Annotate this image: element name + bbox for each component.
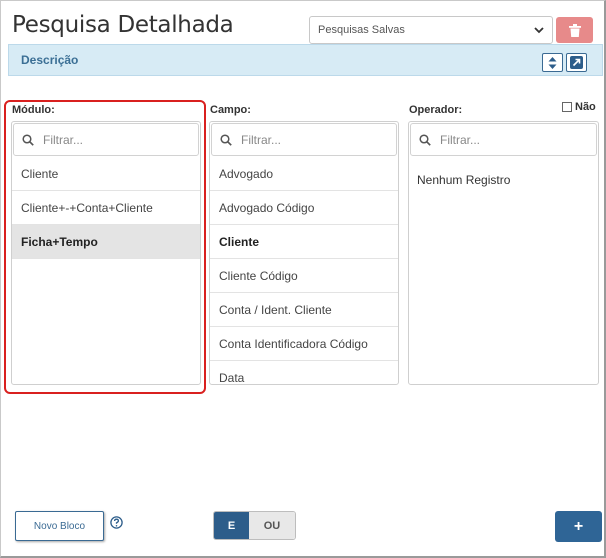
chevron-down-icon: [534, 27, 544, 34]
campo-item-advogado-codigo[interactable]: Advogado Código: [210, 191, 398, 225]
nao-checkbox-box[interactable]: [562, 102, 572, 112]
empty-state-text: Nenhum Registro: [417, 173, 511, 187]
trash-icon: [568, 23, 581, 37]
logic-toggle: E OU: [213, 511, 296, 540]
campo-list: Filtrar... Advogado Advogado Código Clie…: [209, 121, 399, 385]
saved-searches-value: Pesquisas Salvas: [318, 24, 405, 36]
new-block-button[interactable]: Novo Bloco: [15, 511, 104, 541]
campo-item-conta-codigo[interactable]: Conta Identificadora Código: [210, 327, 398, 361]
description-bar[interactable]: Descrição: [8, 44, 603, 76]
add-button[interactable]: +: [555, 511, 602, 542]
list-item-label: Conta Identificadora Código: [219, 336, 368, 351]
campo-label: Campo:: [210, 104, 251, 116]
list-item-label: Cliente Código: [219, 268, 298, 283]
search-icon: [220, 133, 232, 146]
operador-filter-placeholder: Filtrar...: [440, 132, 481, 147]
logic-and-button[interactable]: E: [214, 512, 249, 539]
search-icon: [419, 133, 431, 146]
list-item-label: Data: [219, 370, 245, 385]
logic-or-button[interactable]: OU: [249, 512, 295, 539]
list-item-label: Cliente: [219, 234, 260, 249]
sort-icon: [548, 56, 557, 69]
campo-filter-placeholder: Filtrar...: [241, 132, 282, 147]
list-item-label: Advogado Código: [219, 200, 315, 215]
nao-checkbox[interactable]: Não: [562, 101, 596, 113]
campo-item-data[interactable]: Data: [210, 361, 398, 385]
list-item-label: Conta / Ident. Cliente: [219, 302, 332, 317]
campo-item-cliente[interactable]: Cliente: [210, 225, 398, 259]
external-link-icon: [570, 56, 583, 69]
description-label: Descrição: [21, 53, 79, 67]
highlight-outline: [4, 100, 206, 394]
expand-button[interactable]: [566, 53, 587, 72]
nao-checkbox-label: Não: [575, 101, 596, 113]
sort-button[interactable]: [542, 53, 563, 72]
operador-filter-input[interactable]: Filtrar...: [410, 123, 597, 156]
campo-item-advogado[interactable]: Advogado: [210, 157, 398, 191]
campo-item-cliente-codigo[interactable]: Cliente Código: [210, 259, 398, 293]
delete-saved-search-button[interactable]: [556, 17, 593, 43]
saved-searches-select[interactable]: Pesquisas Salvas: [309, 16, 553, 44]
list-item-label: Advogado: [219, 166, 274, 181]
operador-list: Filtrar... Nenhum Registro: [408, 121, 599, 385]
campo-item-conta-ident[interactable]: Conta / Ident. Cliente: [210, 293, 398, 327]
campo-filter-input[interactable]: Filtrar...: [211, 123, 397, 156]
operador-label: Operador:: [409, 104, 463, 116]
page-title: Pesquisa Detalhada: [12, 12, 234, 38]
help-circle-icon[interactable]: [110, 516, 123, 529]
